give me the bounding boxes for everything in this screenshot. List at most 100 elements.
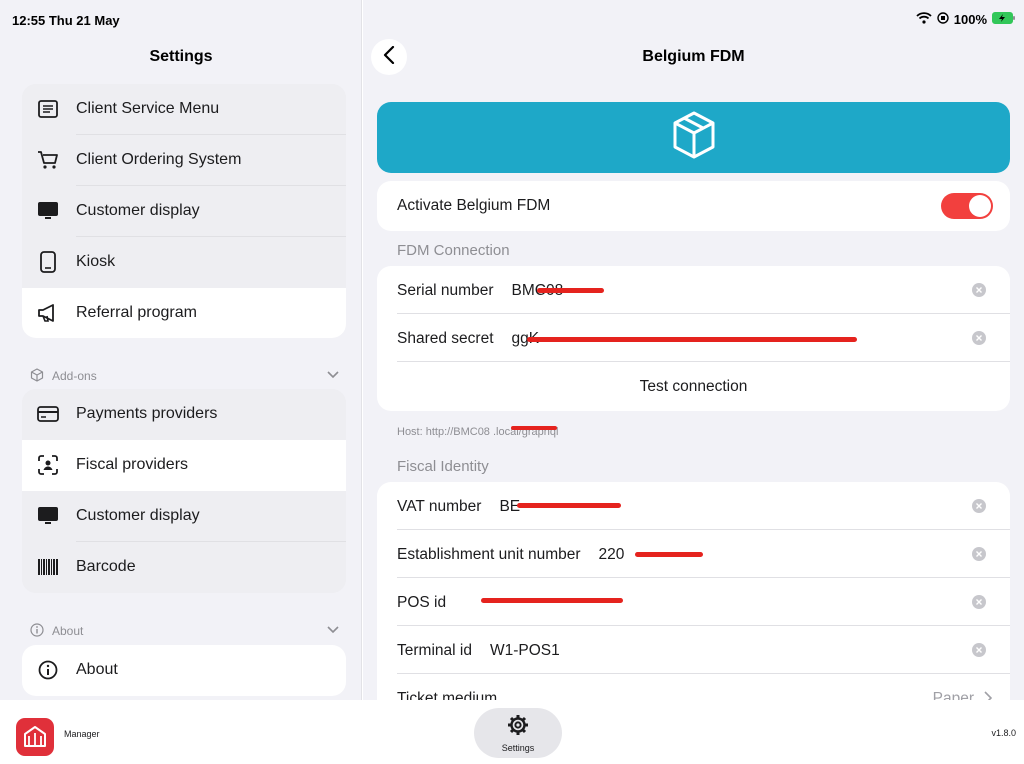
orientation-lock-icon <box>937 12 949 27</box>
bottom-bar: Manager Settings v1.8.0 <box>0 700 1024 764</box>
fdm-connection-header: FDM Connection <box>397 242 510 259</box>
clear-icon[interactable] <box>972 643 986 657</box>
sidebar-title: Settings <box>149 48 213 65</box>
status-time: 12:55 Thu 21 May <box>12 13 120 28</box>
terminal-id-field: Terminal id W1-POS1 <box>397 642 560 660</box>
shared-secret-field: Shared secret ggK <box>397 330 539 348</box>
activate-row: Activate Belgium FDM <box>377 181 1010 231</box>
sidebar-item-label: About <box>76 661 118 678</box>
gear-icon <box>507 714 529 741</box>
sidebar-item-label: Fiscal providers <box>76 456 189 473</box>
sidebar-item-barcode[interactable]: Barcode <box>22 542 346 593</box>
activate-toggle[interactable] <box>941 193 993 219</box>
fiscal-identity-group: VAT number BE Establishment unit number 22… <box>377 482 1010 700</box>
fdm-connection-group: Serial numberBMC08 Shared secretggK Test… <box>377 266 1010 411</box>
redaction-mark <box>481 598 623 603</box>
redaction-mark <box>635 552 703 557</box>
menu-list-icon <box>36 97 60 121</box>
sidebar-item-label: Barcode <box>76 558 136 575</box>
establishment-unit-label: Establishment unit number <box>397 546 581 563</box>
shared-secret-row[interactable]: Shared secret ggK <box>377 314 1010 362</box>
face-scan-icon <box>36 453 60 477</box>
sidebar-item-label: Referral program <box>76 304 197 321</box>
establishment-unit-row[interactable]: Establishment unit number 220 <box>377 530 1010 578</box>
clear-icon[interactable] <box>972 499 986 513</box>
sidebar-item-label: Payments providers <box>76 405 218 422</box>
chevron-down-icon[interactable] <box>326 622 340 639</box>
battery-percent: 100% <box>953 12 987 27</box>
ticket-medium-row[interactable]: Ticket medium Paper <box>377 674 1010 700</box>
clear-icon[interactable] <box>972 595 986 609</box>
serial-number-row[interactable]: Serial numberBMC08 <box>377 266 1010 314</box>
sidebar-item-client-service-menu[interactable]: Client Service Menu <box>22 84 346 135</box>
battery-charging-icon <box>992 12 1016 27</box>
addons-group: Payments providers Fiscal providers Cust… <box>22 389 346 593</box>
test-connection-button[interactable]: Test connection <box>377 362 1010 411</box>
establishment-unit-value: 220 <box>598 546 625 563</box>
info-icon <box>36 658 60 682</box>
chevron-down-icon[interactable] <box>326 367 340 384</box>
toggle-knob <box>969 195 991 217</box>
sidebar-item-label: Client Ordering System <box>76 151 242 168</box>
info-icon <box>30 623 44 640</box>
status-indicators: 100% <box>916 12 1016 27</box>
terminal-id-label: Terminal id <box>397 642 472 659</box>
vat-number-label: VAT number <box>397 498 482 515</box>
fiscal-identity-header: Fiscal Identity <box>397 458 489 475</box>
settings-sidebar: 12:55 Thu 21 May Settings Client Service… <box>0 0 362 700</box>
sidebar-item-customer-display-addon[interactable]: Customer display <box>22 491 346 542</box>
activate-group: Activate Belgium FDM <box>377 181 1010 231</box>
test-connection-label: Test connection <box>639 377 748 395</box>
wifi-icon <box>916 12 932 27</box>
sidebar-item-fiscal-providers[interactable]: Fiscal providers <box>22 440 346 491</box>
sidebar-item-payments-providers[interactable]: Payments providers <box>22 389 346 440</box>
barcode-icon <box>36 555 60 579</box>
chevron-right-icon <box>984 691 993 700</box>
sidebar-item-client-ordering-system[interactable]: Client Ordering System <box>22 135 346 186</box>
pos-id-label: POS id <box>397 594 447 611</box>
pos-id-field: POS id <box>397 594 464 612</box>
terminal-id-row[interactable]: Terminal id W1-POS1 <box>377 626 1010 674</box>
detail-panel: 100% Belgium FDM Activate Belgium FDM FD… <box>363 0 1024 700</box>
cube-icon <box>671 110 717 165</box>
sidebar-item-about[interactable]: About <box>22 645 346 696</box>
clear-icon[interactable] <box>972 547 986 561</box>
cart-icon <box>36 148 60 172</box>
sidebar-item-label: Kiosk <box>76 253 116 270</box>
clear-icon[interactable] <box>972 283 986 297</box>
ticket-medium-label: Ticket medium <box>397 690 498 700</box>
redaction-mark <box>527 337 857 342</box>
monitor-icon <box>36 199 60 223</box>
main-settings-group: Client Service Menu Client Ordering Syst… <box>22 84 346 338</box>
sidebar-item-referral-program[interactable]: Referral program <box>22 288 346 338</box>
app-name: Manager <box>64 729 100 739</box>
activate-label: Activate Belgium FDM <box>397 197 551 214</box>
page-title: Belgium FDM <box>642 48 745 65</box>
sidebar-item-kiosk[interactable]: Kiosk <box>22 237 346 288</box>
ticket-medium-value: Paper <box>932 690 974 700</box>
redaction-mark <box>511 426 557 430</box>
terminal-id-value: W1-POS1 <box>489 642 560 659</box>
fdm-banner <box>377 102 1010 173</box>
redaction-mark <box>537 288 604 293</box>
redaction-mark <box>517 503 621 508</box>
about-section-header[interactable]: About <box>30 622 342 642</box>
addons-section-title: Add-ons <box>52 369 97 383</box>
clear-icon[interactable] <box>972 331 986 345</box>
cube-icon <box>30 368 44 385</box>
credit-card-icon <box>36 402 60 426</box>
tab-settings[interactable]: Settings <box>474 708 562 758</box>
pos-id-row[interactable]: POS id <box>377 578 1010 626</box>
version-label: v1.8.0 <box>991 728 1016 738</box>
vat-number-field: VAT number BE <box>397 498 520 516</box>
sidebar-item-label: Customer display <box>76 507 200 524</box>
megaphone-icon <box>36 301 60 325</box>
serial-number-label: Serial number <box>397 282 494 299</box>
sidebar-item-label: Customer display <box>76 202 200 219</box>
tab-settings-label: Settings <box>501 742 535 753</box>
addons-section-header[interactable]: Add-ons <box>30 367 342 387</box>
sidebar-item-customer-display[interactable]: Customer display <box>22 186 346 237</box>
about-section-title: About <box>52 624 84 638</box>
vat-number-row[interactable]: VAT number BE <box>377 482 1010 530</box>
tablet-icon <box>36 250 60 274</box>
